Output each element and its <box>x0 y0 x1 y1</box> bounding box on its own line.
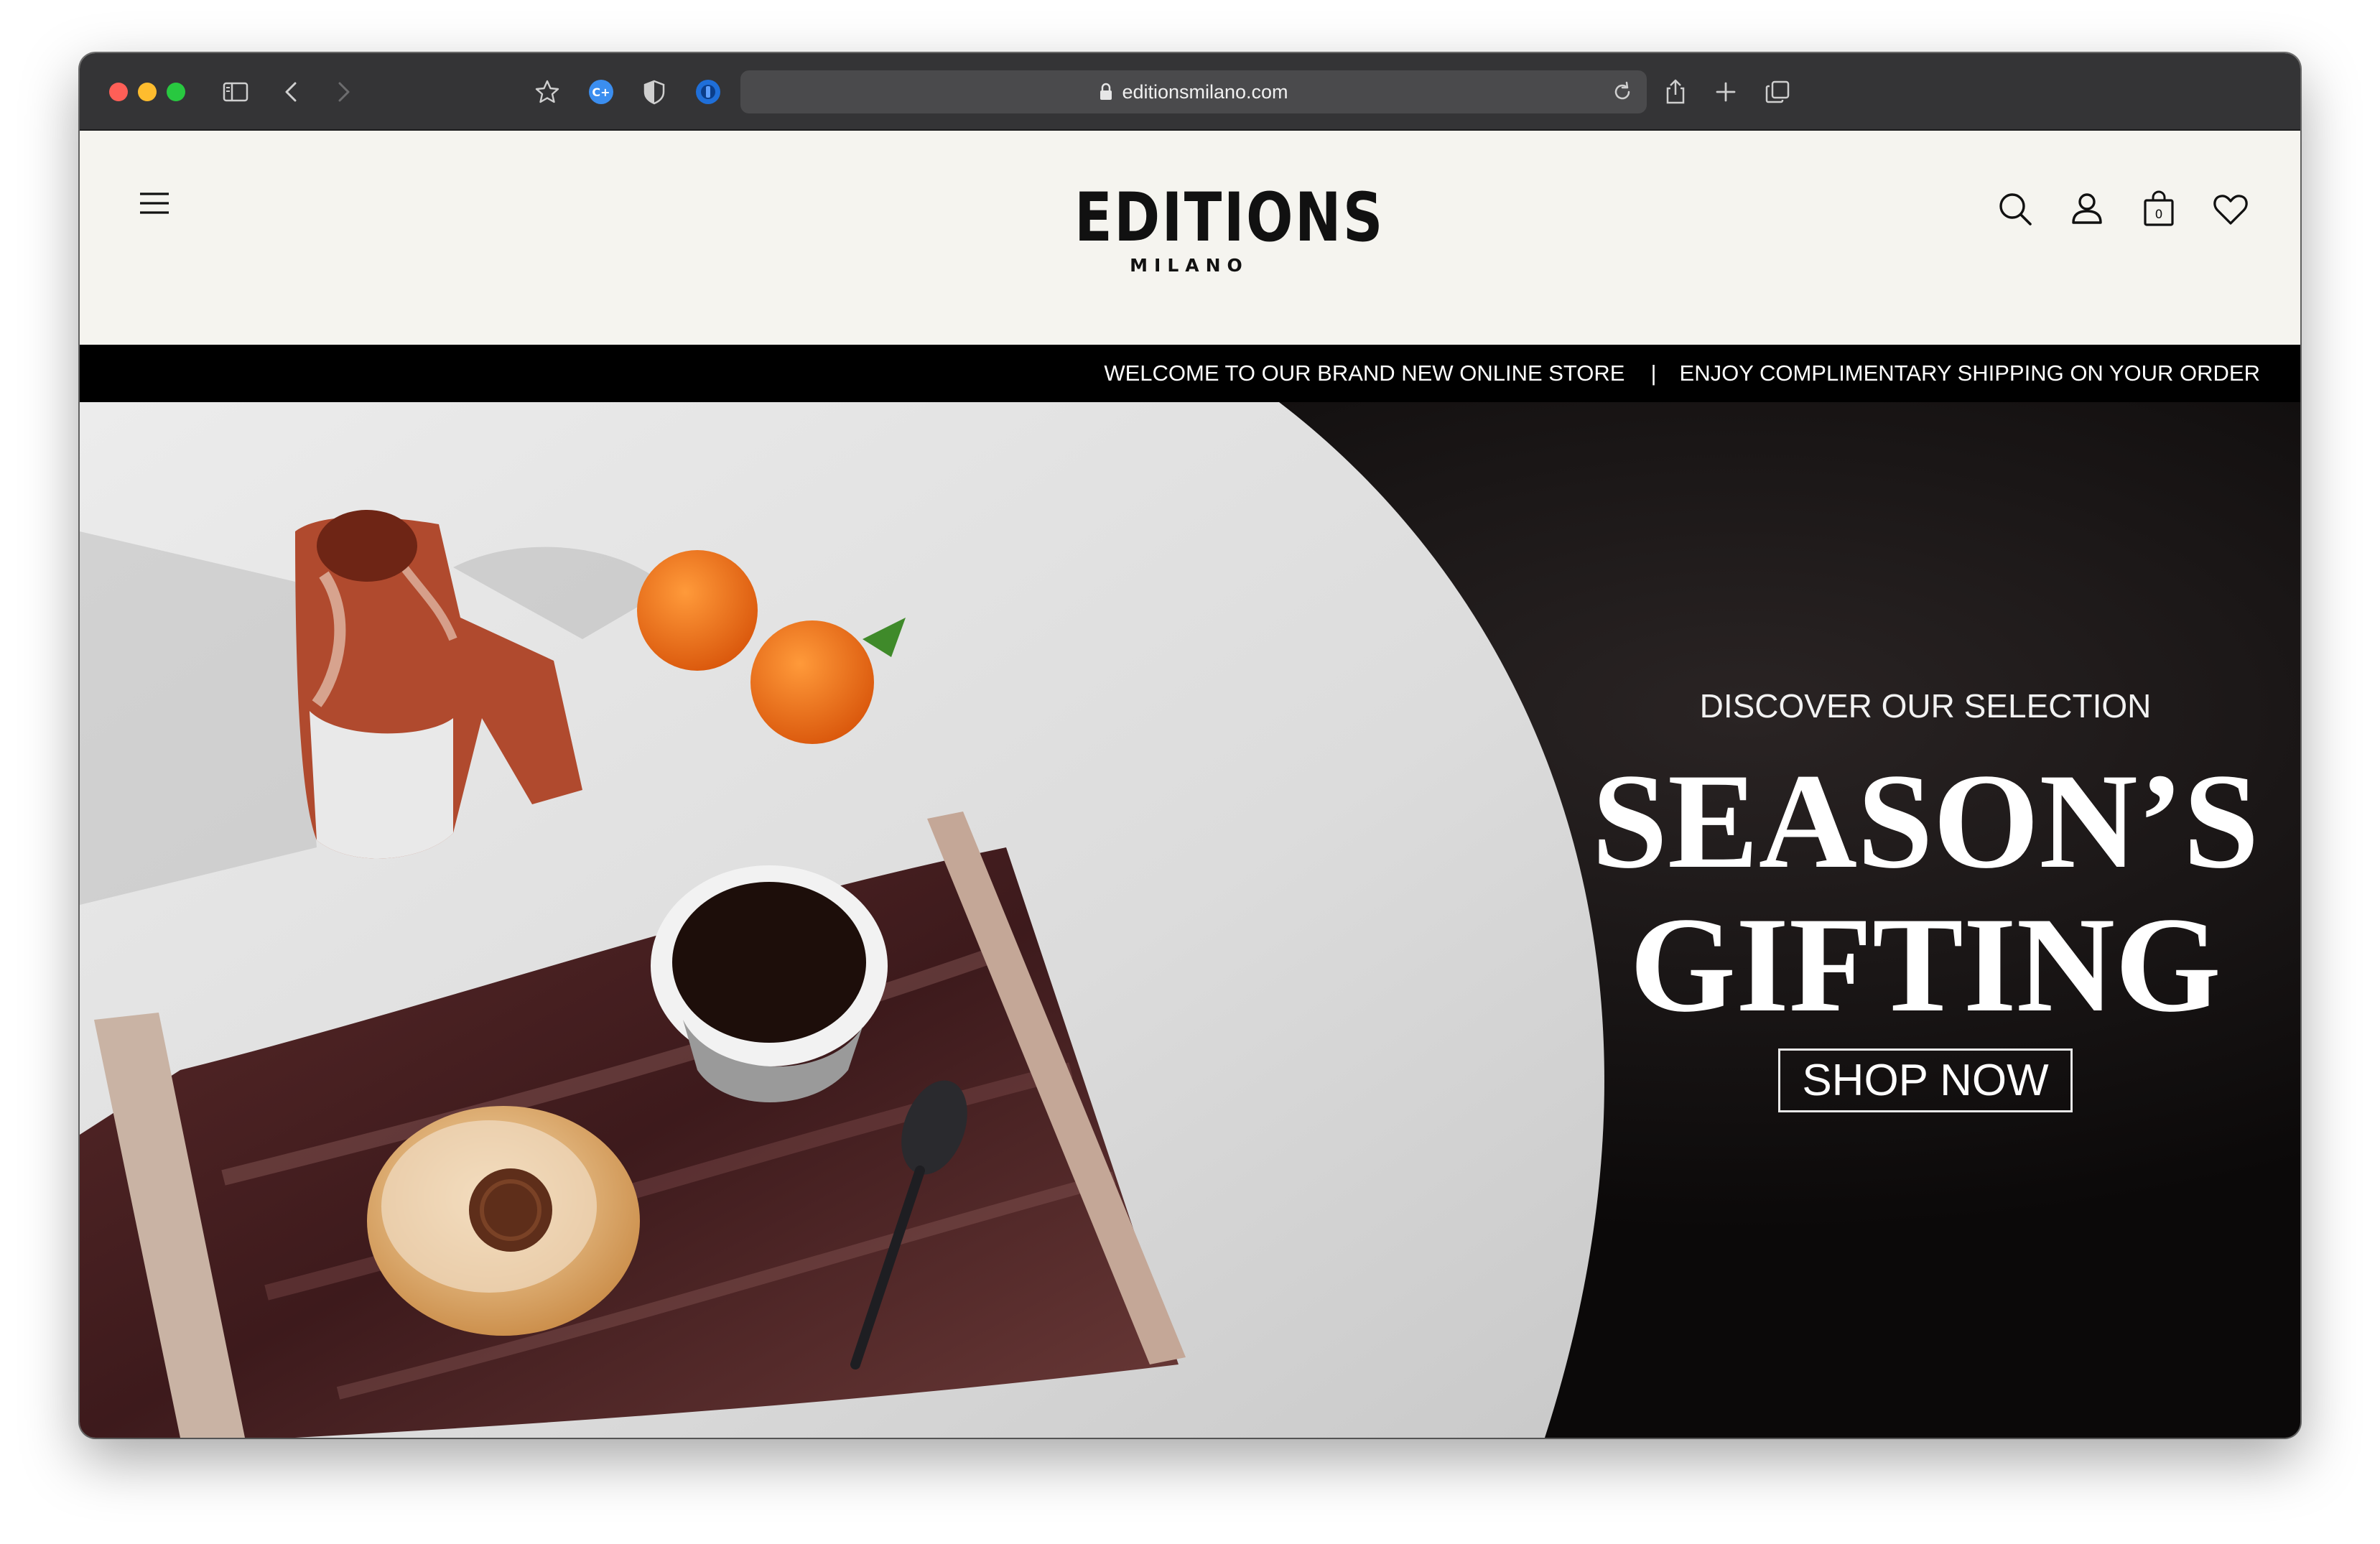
close-window-button[interactable] <box>109 83 128 101</box>
logo-subtitle: MILANO <box>1130 255 1249 276</box>
svg-text:C+: C+ <box>592 85 610 99</box>
extension-c-icon[interactable]: C+ <box>584 75 618 109</box>
address-bar[interactable]: editionsmilano.com <box>740 70 1647 113</box>
account-icon[interactable] <box>2066 188 2108 230</box>
back-icon[interactable] <box>275 75 310 109</box>
tabs-overview-icon[interactable] <box>1760 75 1795 109</box>
announcement-welcome: WELCOME TO OUR BRAND NEW ONLINE STORE <box>1104 361 1625 386</box>
shop-now-button[interactable]: SHOP NOW <box>1778 1048 2073 1112</box>
announcement-bar: WELCOME TO OUR BRAND NEW ONLINE STORE | … <box>80 345 2300 402</box>
browser-toolbar: C+ editionsmilano.com <box>80 53 2300 131</box>
reload-icon[interactable] <box>1609 79 1635 105</box>
hero-eyebrow: DISCOVER OUR SELECTION <box>1699 687 2152 725</box>
browser-window: C+ editionsmilano.com EDITIONS MILANO 0 … <box>80 53 2300 1438</box>
brand-logo[interactable]: EDITIONS MILANO <box>1049 179 1385 276</box>
hero-title-line1: SEASON’S <box>1591 746 2259 897</box>
logo-wordmark: EDITIONS <box>1074 179 1385 257</box>
wishlist-icon[interactable] <box>2210 188 2251 230</box>
sidebar-icon[interactable] <box>218 75 253 109</box>
extension-blue-icon[interactable] <box>691 75 725 109</box>
announcement-separator: | <box>1650 361 1657 386</box>
shield-icon[interactable] <box>637 75 671 109</box>
new-tab-icon[interactable] <box>1709 75 1743 109</box>
share-icon[interactable] <box>1658 75 1693 109</box>
menu-icon[interactable] <box>139 191 170 215</box>
forward-icon[interactable] <box>325 75 360 109</box>
hero-copy: DISCOVER OUR SELECTION SEASON’S GIFTING … <box>1588 687 2263 1112</box>
address-url: editionsmilano.com <box>1122 80 1288 103</box>
star-icon[interactable] <box>530 75 564 109</box>
announcement-shipping: ENJOY COMPLIMENTARY SHIPPING ON YOUR ORD… <box>1679 361 2260 386</box>
search-icon[interactable] <box>1994 188 2036 230</box>
hero-banner[interactable]: DISCOVER OUR SELECTION SEASON’S GIFTING … <box>80 402 2300 1438</box>
hero-title-line2: GIFTING <box>1630 890 2221 1041</box>
minimize-window-button[interactable] <box>138 83 157 101</box>
lock-icon <box>1100 83 1112 100</box>
zoom-window-button[interactable] <box>167 83 185 101</box>
cart-count: 0 <box>2155 208 2163 222</box>
cart-icon[interactable]: 0 <box>2138 188 2180 230</box>
site-header: EDITIONS MILANO 0 <box>80 131 2300 345</box>
